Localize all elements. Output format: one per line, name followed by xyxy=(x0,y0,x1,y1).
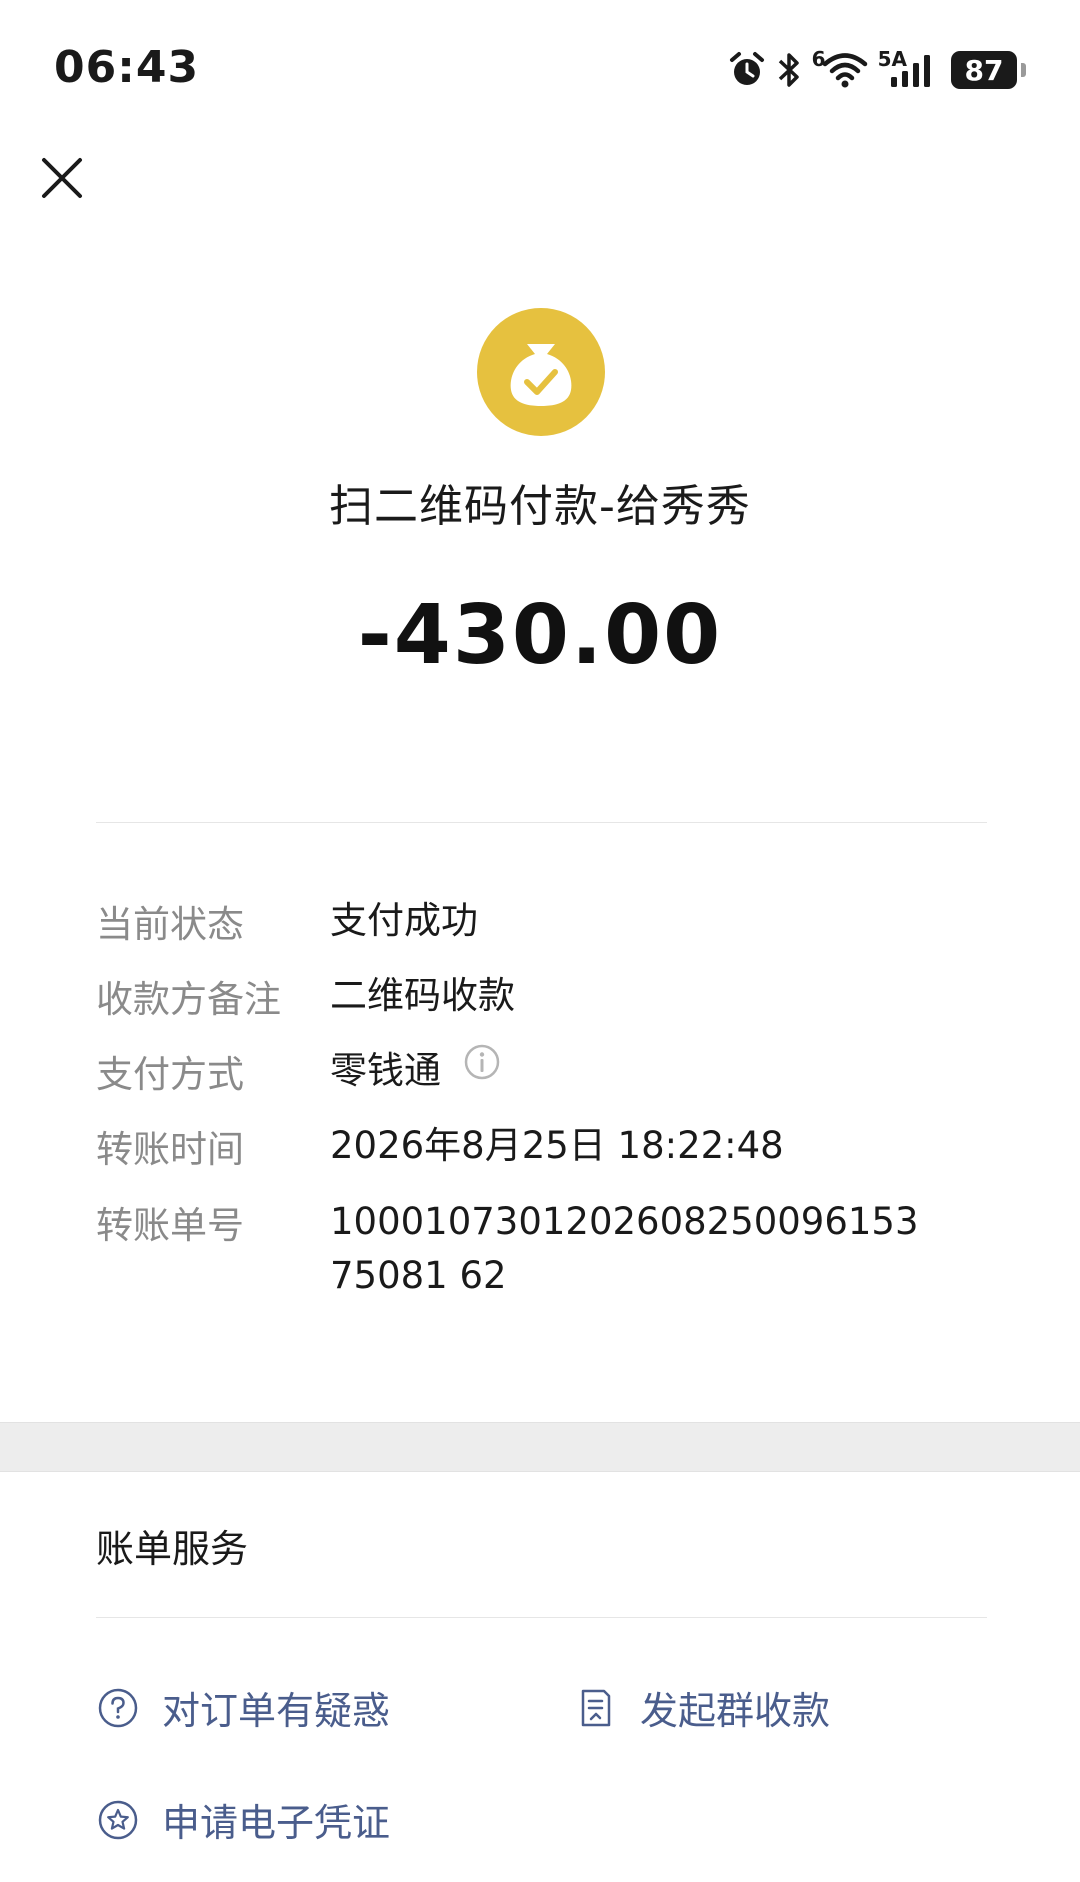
detail-value: 2026年8月25日 18:22:48 xyxy=(330,1124,784,1167)
order-question-button[interactable]: 对订单有疑惑 xyxy=(96,1680,390,1735)
detail-value-wrap: 零钱通 xyxy=(330,1044,990,1098)
section-separator xyxy=(0,1422,1080,1472)
close-button[interactable] xyxy=(36,152,88,204)
detail-value: 二维码收款 xyxy=(330,974,515,1017)
detail-label: 支付方式 xyxy=(96,1053,244,1096)
alarm-icon xyxy=(729,52,764,85)
wifi-icon xyxy=(822,53,867,88)
payment-title: 扫二维码付款-给秀秀 xyxy=(329,481,751,532)
group-collection-button[interactable]: 发起群收款 xyxy=(574,1680,830,1735)
detail-label: 收款方备注 xyxy=(96,978,281,1021)
detail-label: 转账单号 xyxy=(96,1204,244,1247)
detail-label: 当前状态 xyxy=(96,903,244,946)
service-label: 发起群收款 xyxy=(640,1689,831,1733)
payment-amount: -430.00 xyxy=(357,588,723,683)
transfer-number-value: 100010730120260825009615375081 62 xyxy=(330,1200,919,1297)
services-divider xyxy=(96,1617,987,1618)
detail-value: 支付成功 xyxy=(330,899,478,942)
question-circle-icon xyxy=(98,1688,138,1727)
service-label: 申请电子凭证 xyxy=(162,1801,391,1845)
star-badge-icon xyxy=(98,1800,138,1839)
section-title-bill-services: 账单服务 xyxy=(96,1527,249,1571)
info-icon[interactable] xyxy=(463,1042,501,1096)
battery-indicator: 87 xyxy=(951,51,1017,89)
cellular-signal-icon xyxy=(891,55,930,87)
bill-detail-screen: 06:43 6 5A 87 扫二维码付款-给秀秀 -430.00 当前状态 支付… xyxy=(0,0,1080,1882)
status-bar: 06:43 6 5A 87 xyxy=(0,0,1080,140)
close-icon xyxy=(42,158,82,198)
bluetooth-icon xyxy=(778,53,799,87)
document-pen-icon xyxy=(581,1689,611,1726)
status-time: 06:43 xyxy=(54,42,200,93)
e-voucher-button[interactable]: 申请电子凭证 xyxy=(96,1792,390,1847)
status-icons: 6 5A 87 xyxy=(728,46,1026,94)
header-divider xyxy=(96,822,987,823)
detail-label: 转账时间 xyxy=(96,1128,244,1171)
service-label: 对订单有疑惑 xyxy=(162,1689,391,1733)
money-bag-check-icon xyxy=(477,308,605,436)
battery-level: 87 xyxy=(964,53,1004,87)
payment-method-value: 零钱通 xyxy=(330,1049,441,1092)
battery-tip xyxy=(1021,63,1026,77)
